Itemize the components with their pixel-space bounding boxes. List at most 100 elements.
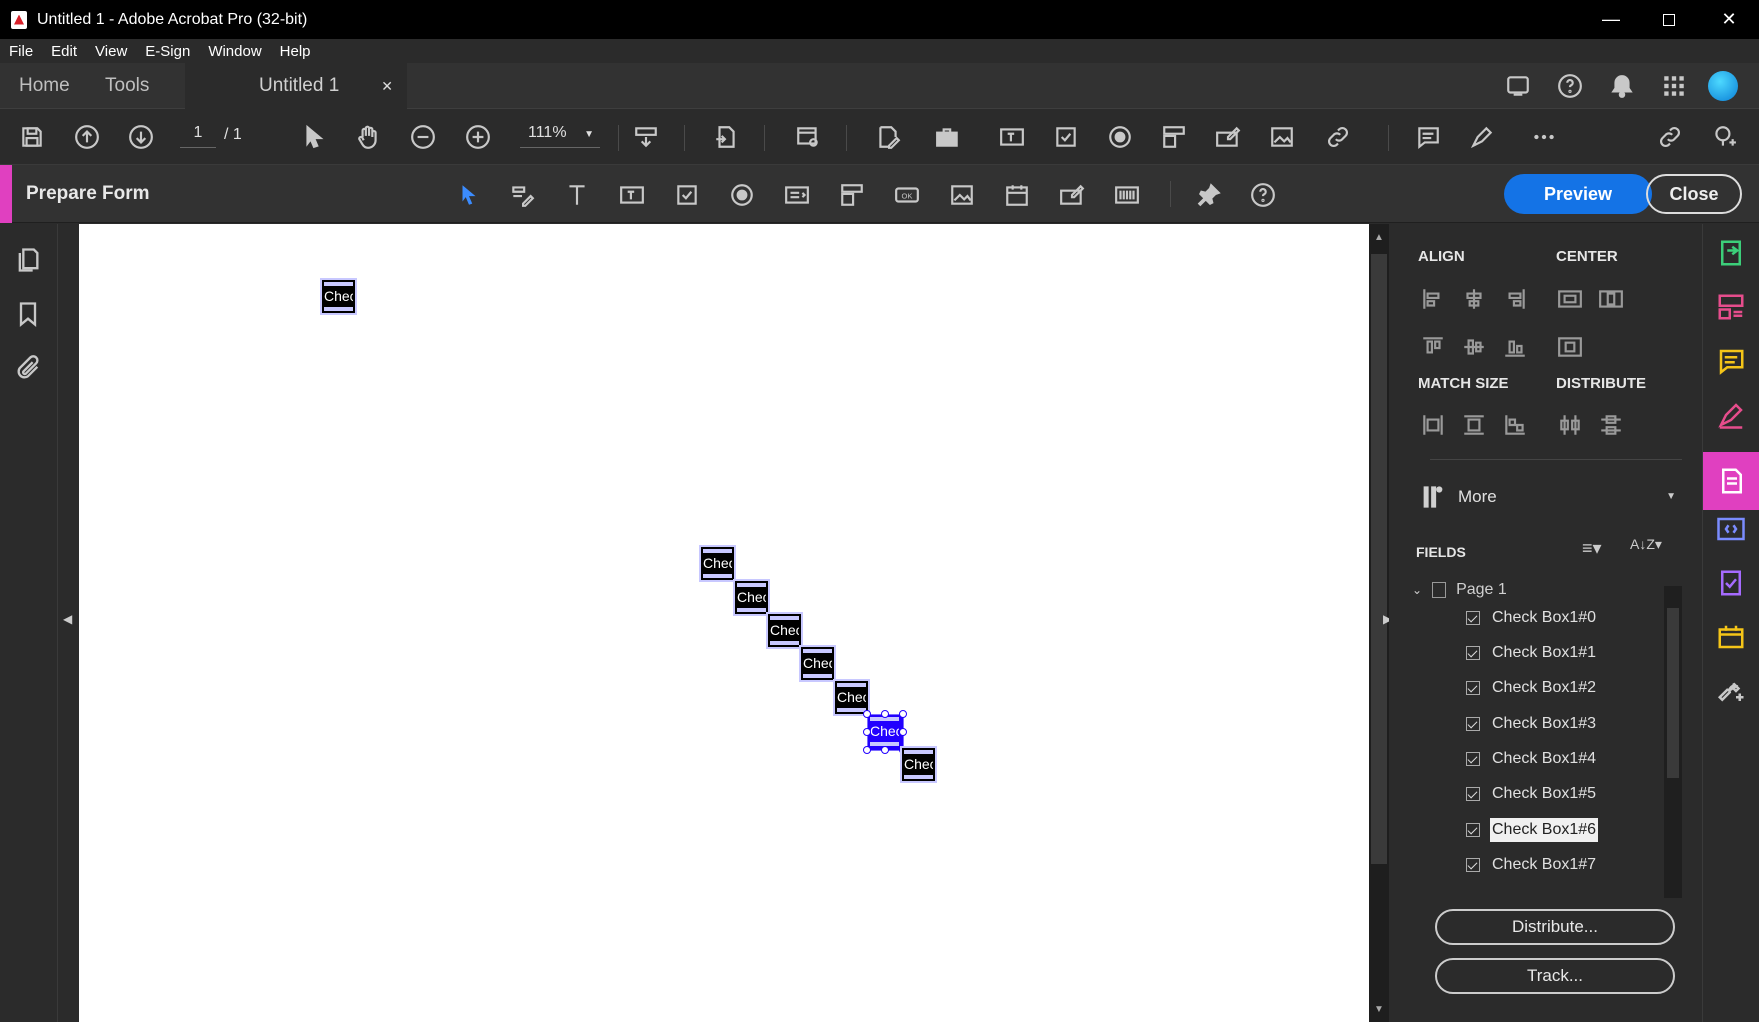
track-button[interactable]: Track... [1435, 958, 1675, 994]
checkbox-field-1[interactable]: Chec [699, 545, 736, 582]
more-tools-icon[interactable] [1526, 119, 1562, 155]
resize-handle-e[interactable] [899, 728, 907, 736]
page-thumbnails-icon[interactable] [14, 246, 44, 276]
export-pdf-icon[interactable] [708, 119, 744, 155]
field-list-item[interactable]: Check Box1#4 [1466, 744, 1598, 774]
pin-icon[interactable] [1192, 178, 1226, 212]
share-link-icon[interactable] [1652, 119, 1688, 155]
menu-help[interactable]: Help [271, 43, 320, 60]
date-field-icon[interactable] [1000, 178, 1034, 212]
preview-button[interactable]: Preview [1504, 174, 1652, 214]
field-list-item[interactable]: Check Box1#0 [1466, 603, 1598, 633]
comment-rail-icon[interactable] [1716, 346, 1748, 378]
menu-edit[interactable]: Edit [42, 43, 86, 60]
maximize-button[interactable] [1640, 0, 1698, 39]
link-tool-icon[interactable] [1320, 119, 1356, 155]
user-avatar[interactable] [1708, 71, 1738, 101]
field-list-item[interactable]: Check Box1#5 [1466, 779, 1598, 809]
checkbox-field-3[interactable]: Chec [766, 612, 803, 649]
list-box-tool-icon[interactable] [1156, 119, 1192, 155]
resize-handle-n[interactable] [881, 710, 889, 718]
field-list-item[interactable]: Check Box1#2 [1466, 673, 1598, 703]
field-list-item[interactable]: Check Box1#3 [1466, 709, 1598, 739]
checkbox-tool-icon[interactable] [1048, 119, 1084, 155]
center-horizontally-icon[interactable] [1557, 286, 1585, 314]
comment-icon[interactable] [1410, 119, 1446, 155]
help-question-icon[interactable] [1246, 178, 1280, 212]
add-user-icon[interactable] [1706, 119, 1742, 155]
image-tool-icon[interactable] [1264, 119, 1300, 155]
sort-fields-icon[interactable]: ≡▾ [1582, 538, 1618, 564]
align-top-icon[interactable] [1420, 334, 1448, 362]
center-vertically-icon[interactable] [1598, 286, 1626, 314]
add-text-icon[interactable] [560, 178, 594, 212]
center-both-icon[interactable] [1557, 334, 1585, 362]
scroll-mode-icon[interactable] [628, 119, 664, 155]
page-tree-node[interactable]: ⌄ Page 1 [1412, 578, 1662, 602]
tab-home[interactable]: Home [19, 63, 70, 109]
field-list-scrollbar-thumb[interactable] [1667, 608, 1679, 778]
bookmarks-icon[interactable] [14, 300, 44, 330]
fill-sign-rail-icon[interactable] [1716, 400, 1748, 432]
match-height-icon[interactable] [1461, 412, 1489, 440]
attachments-icon[interactable] [14, 354, 44, 384]
javascript-rail-icon[interactable] [1716, 514, 1748, 546]
align-left-icon[interactable] [1420, 286, 1448, 314]
radio-button-field-icon[interactable] [725, 178, 759, 212]
resize-handle-w[interactable] [863, 728, 871, 736]
toolbox-icon[interactable] [930, 119, 966, 155]
tab-document[interactable]: Untitled 1 ✕ [185, 63, 407, 109]
distribute-vertical-icon[interactable] [1598, 412, 1626, 440]
barcode-field-icon[interactable] [1110, 178, 1144, 212]
button-field-icon[interactable]: OK [890, 178, 924, 212]
text-field-icon[interactable] [615, 178, 649, 212]
prepare-form-rail-icon[interactable] [1703, 452, 1759, 510]
save-icon[interactable] [14, 119, 50, 155]
apps-grid-icon[interactable] [1656, 68, 1692, 104]
align-middle-icon[interactable] [1461, 334, 1489, 362]
radio-tool-icon[interactable] [1102, 119, 1138, 155]
resize-handle-s[interactable] [881, 746, 889, 754]
menu-file[interactable]: File [0, 43, 42, 60]
minimize-button[interactable]: — [1582, 0, 1640, 39]
action-wizard-rail-icon[interactable] [1716, 622, 1748, 654]
scroll-down-icon[interactable]: ▼ [1374, 1004, 1384, 1015]
request-signatures-rail-icon[interactable] [1716, 568, 1748, 600]
close-tab-icon[interactable]: ✕ [381, 78, 393, 95]
field-list-item-selected[interactable]: Check Box1#6 [1466, 815, 1599, 845]
hand-tool-icon[interactable] [350, 119, 386, 155]
next-page-icon[interactable] [123, 119, 159, 155]
list-box-field-icon[interactable] [780, 178, 814, 212]
resize-handle-ne[interactable] [899, 710, 907, 718]
zoom-in-icon[interactable] [460, 119, 496, 155]
tab-tools[interactable]: Tools [105, 63, 149, 109]
match-both-icon[interactable] [1502, 412, 1530, 440]
checkbox-field-2[interactable]: Chec [733, 579, 770, 616]
distribute-button[interactable]: Distribute... [1435, 909, 1675, 945]
field-list-item[interactable]: Check Box1#7 [1466, 850, 1598, 880]
align-right-icon[interactable] [1502, 286, 1530, 314]
close-prepare-button[interactable]: Close [1646, 174, 1742, 214]
organize-pages-icon[interactable] [790, 119, 826, 155]
signature-tool-icon[interactable] [1210, 119, 1246, 155]
help-icon[interactable] [1552, 68, 1588, 104]
collapse-left-panel-icon[interactable]: ◀ [63, 612, 72, 626]
select-cursor-icon[interactable] [296, 119, 332, 155]
menu-esign[interactable]: E-Sign [136, 43, 199, 60]
scroll-up-icon[interactable]: ▲ [1374, 232, 1384, 243]
zoom-out-icon[interactable] [405, 119, 441, 155]
checkbox-field-4[interactable]: Chec [799, 645, 836, 682]
signature-field-icon[interactable] [1055, 178, 1089, 212]
checkbox-field-0[interactable]: Chec [320, 278, 357, 315]
previous-page-icon[interactable] [69, 119, 105, 155]
field-list-item[interactable]: Check Box1#1 [1466, 638, 1598, 668]
checkbox-field-icon[interactable] [670, 178, 704, 212]
dropdown-field-icon[interactable] [835, 178, 869, 212]
resize-handle-nw[interactable] [863, 710, 871, 718]
scrollbar-thumb[interactable] [1371, 254, 1387, 864]
page-number-input[interactable]: 1 [180, 124, 216, 148]
align-center-horizontal-icon[interactable] [1461, 286, 1489, 314]
checkbox-field-7[interactable]: Chec [900, 746, 937, 783]
organize-pages-rail-icon[interactable] [1716, 292, 1748, 324]
image-field-icon[interactable] [945, 178, 979, 212]
